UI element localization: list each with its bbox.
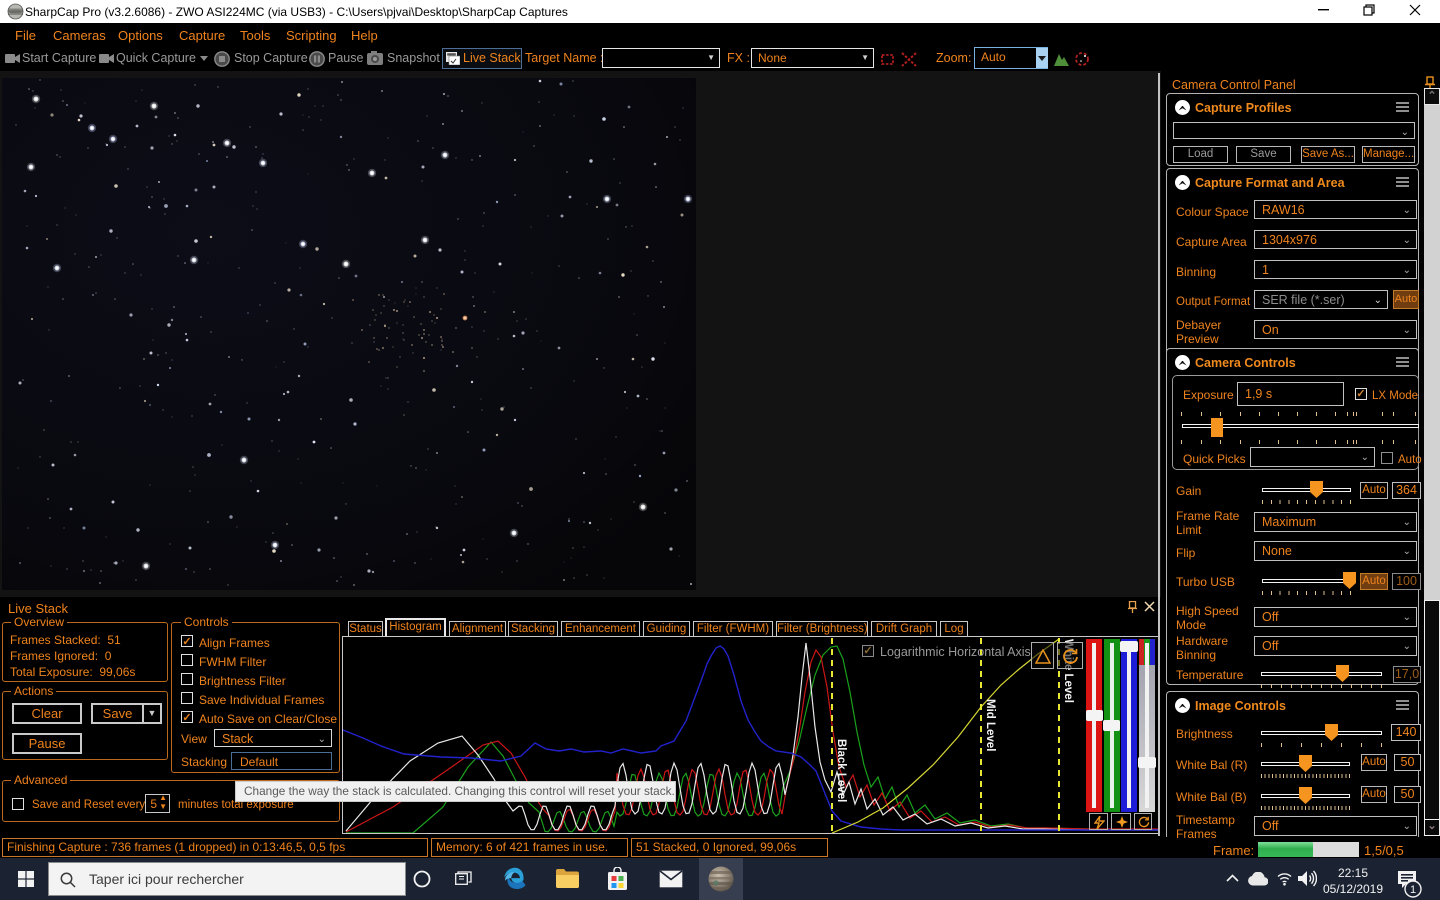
svg-text:1: 1 <box>1410 884 1416 896</box>
svg-text:Mid Level: Mid Level <box>984 699 996 751</box>
svg-text:Black Level: Black Level <box>835 739 847 802</box>
